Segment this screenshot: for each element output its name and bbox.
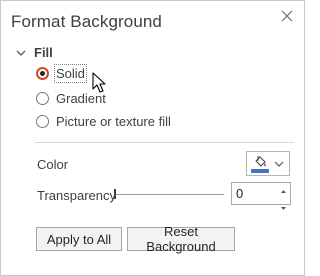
close-icon[interactable] bbox=[278, 7, 296, 25]
paint-bucket-icon bbox=[255, 156, 266, 167]
mouse-pointer-icon bbox=[92, 72, 106, 93]
fill-section-label: Fill bbox=[34, 45, 53, 60]
section-divider bbox=[35, 142, 294, 143]
fill-color-picker-button[interactable] bbox=[246, 151, 290, 176]
chevron-down-icon bbox=[16, 50, 26, 56]
radio-label-solid: Solid bbox=[54, 64, 87, 83]
pane-title: Format Background bbox=[11, 12, 162, 31]
radio-label-picture-texture: Picture or texture fill bbox=[56, 114, 171, 129]
transparency-slider-thumb[interactable] bbox=[114, 189, 116, 199]
spin-up-icon[interactable] bbox=[277, 186, 290, 196]
apply-to-all-button[interactable]: Apply to All bbox=[36, 227, 122, 251]
transparency-value[interactable]: 0 bbox=[236, 186, 243, 201]
reset-background-button[interactable]: Reset Background bbox=[127, 224, 235, 254]
chevron-down-icon bbox=[274, 161, 284, 167]
radio-button-selected[interactable] bbox=[36, 67, 49, 80]
spin-down-icon[interactable] bbox=[277, 204, 290, 214]
radio-button[interactable] bbox=[36, 92, 49, 105]
color-label: Color bbox=[37, 157, 69, 172]
radio-button[interactable] bbox=[36, 115, 49, 128]
radio-solid[interactable]: Solid bbox=[36, 64, 87, 83]
color-swatch bbox=[251, 169, 269, 173]
radio-picture-texture[interactable]: Picture or texture fill bbox=[36, 114, 171, 129]
transparency-slider-track[interactable] bbox=[115, 194, 224, 195]
transparency-label: Transparency bbox=[37, 188, 116, 203]
transparency-spinner[interactable]: 0 bbox=[231, 182, 291, 210]
format-background-pane: Format Background Fill Solid Gradient Pi… bbox=[0, 0, 305, 276]
fill-section-header[interactable]: Fill bbox=[15, 45, 53, 60]
